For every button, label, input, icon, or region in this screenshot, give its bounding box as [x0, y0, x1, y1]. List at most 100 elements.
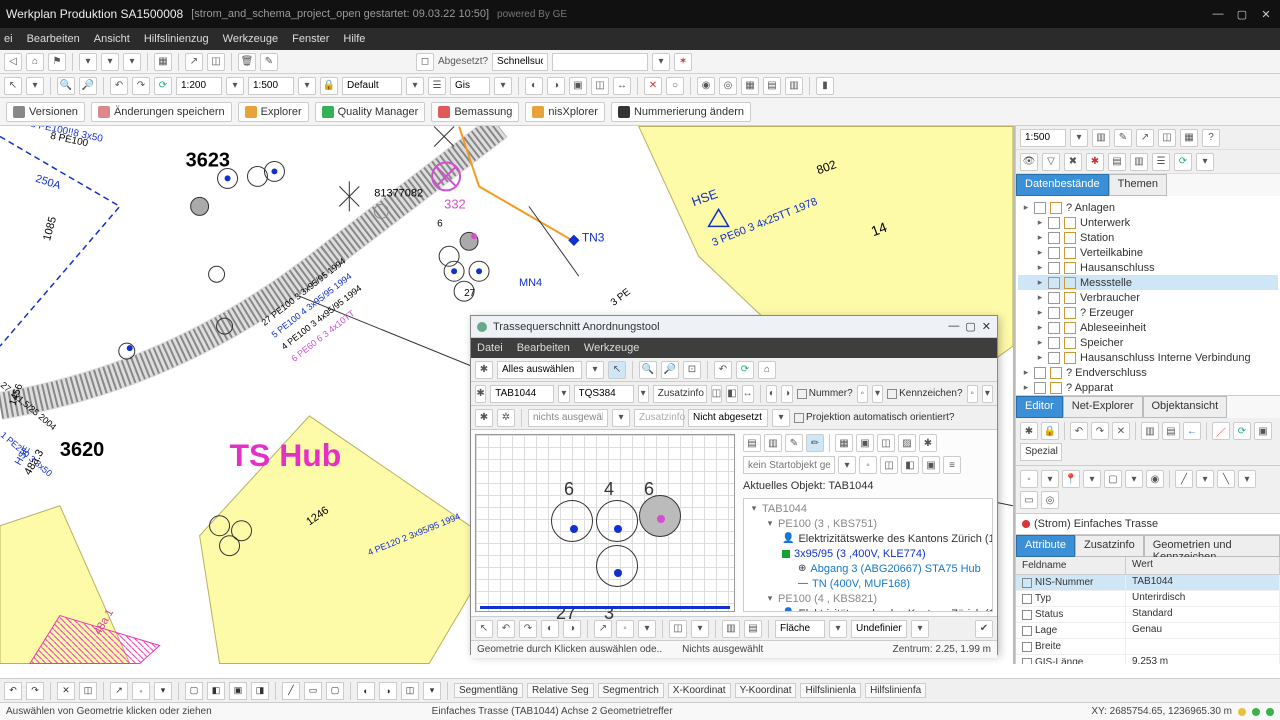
tool-icon[interactable]: ◎ — [719, 77, 737, 95]
tool-icon[interactable]: ◫ — [401, 682, 419, 700]
tool-icon[interactable]: ✎ — [785, 434, 803, 452]
tool-icon[interactable]: ╲ — [1217, 470, 1235, 488]
menu-item[interactable]: ei — [4, 33, 13, 45]
home-icon[interactable]: ⌂ — [758, 361, 776, 379]
tool-icon[interactable]: ◐ — [766, 385, 777, 403]
table-icon[interactable]: ▦ — [154, 53, 172, 71]
dropdown-icon[interactable]: ▾ — [79, 53, 97, 71]
close-icon[interactable]: ✕ — [1258, 8, 1274, 21]
tool-icon[interactable]: ▤ — [1108, 153, 1126, 171]
lock-icon[interactable]: 🔒 — [1041, 422, 1059, 440]
tool-icon[interactable]: ◑ — [547, 77, 565, 95]
bb-label[interactable]: Segmentläng — [454, 683, 523, 698]
dropdown-icon[interactable]: ▾ — [1238, 470, 1256, 488]
tool-icon[interactable]: ◉ — [1146, 470, 1164, 488]
tool-icon[interactable]: ⟳ — [1174, 153, 1192, 171]
ribbon-button[interactable]: nisXplorer — [525, 102, 605, 122]
ribbon-button[interactable]: Quality Manager — [315, 102, 426, 122]
tool-icon[interactable]: ▣ — [229, 682, 247, 700]
dropdown-icon[interactable]: ▾ — [406, 77, 424, 95]
gis-select[interactable] — [450, 77, 490, 95]
grid-header-wert[interactable]: Wert — [1126, 557, 1280, 574]
flaeche-select[interactable] — [775, 620, 825, 638]
tool-icon[interactable]: ◫ — [711, 385, 722, 403]
tab-editor[interactable]: Editor — [1016, 396, 1063, 418]
tab-datenbestaende[interactable]: Datenbestände — [1016, 174, 1109, 196]
tool-icon[interactable]: ▭ — [1020, 491, 1038, 509]
tool-icon[interactable]: ✱ — [1020, 422, 1038, 440]
tool-icon[interactable]: ▥ — [764, 434, 782, 452]
undefiniert-select[interactable] — [851, 620, 907, 638]
tool-icon[interactable]: ▥ — [1130, 153, 1148, 171]
tool-icon[interactable]: ✱ — [919, 434, 937, 452]
grid-row[interactable]: GIS-Länge9.253 m — [1016, 655, 1280, 664]
select-all-input[interactable] — [497, 361, 582, 379]
projektion-checkbox[interactable] — [794, 413, 804, 423]
undo-icon[interactable]: ↶ — [497, 620, 515, 638]
bb-label[interactable]: Y-Koordinat — [735, 683, 797, 698]
minimize-icon[interactable]: — — [948, 320, 959, 333]
tree-item[interactable]: ▸Verteilkabine — [1018, 245, 1278, 260]
dialog-tree-item[interactable]: 👤Elektrizitätswerke des Kantons Zürich (… — [746, 606, 990, 612]
tool-icon[interactable]: ╱ — [1175, 470, 1193, 488]
dropdown-icon[interactable]: ▾ — [558, 385, 569, 403]
tool-icon[interactable]: ✕ — [57, 682, 75, 700]
abgesetzt-input[interactable] — [688, 409, 768, 427]
tool-icon[interactable]: ▣ — [856, 434, 874, 452]
dropdown-icon[interactable]: ▾ — [586, 361, 604, 379]
scale-input-1[interactable] — [176, 77, 222, 95]
help-icon[interactable]: ? — [1202, 129, 1220, 147]
layers-icon[interactable]: ☰ — [428, 77, 446, 95]
dropdown-icon[interactable]: ▾ — [638, 385, 649, 403]
flag-icon[interactable]: ⚑ — [48, 53, 66, 71]
tree-item[interactable]: ▸? Erzeuger — [1018, 305, 1278, 320]
tool-icon[interactable]: ◧ — [901, 456, 919, 474]
nummer-checkbox[interactable] — [797, 389, 807, 399]
dialog-tree-item[interactable]: 👤Elektrizitätswerke des Kantons Zürich (… — [746, 531, 990, 546]
tree-item[interactable]: ▸? Apparat — [1018, 380, 1278, 395]
scale-input-2[interactable] — [248, 77, 294, 95]
redo-icon[interactable]: ↷ — [519, 620, 537, 638]
minimize-icon[interactable]: — — [1210, 8, 1226, 21]
dialog-tree-item[interactable]: ▾TAB1044 — [746, 501, 990, 516]
tool-icon[interactable]: ↔ — [742, 385, 754, 403]
tab-zusatzinfo[interactable]: Zusatzinfo — [1075, 535, 1144, 557]
tool-icon[interactable]: 📍 — [1062, 470, 1080, 488]
tab-themen[interactable]: Themen — [1109, 174, 1167, 196]
dropdown-icon[interactable]: ▾ — [911, 620, 929, 638]
tool-icon[interactable]: ▦ — [741, 77, 759, 95]
ribbon-button[interactable]: Bemassung — [431, 102, 519, 122]
zoom-out-icon[interactable]: 🔎 — [661, 361, 679, 379]
tool-icon[interactable]: ▥ — [722, 620, 740, 638]
tool-icon[interactable]: ▣ — [1254, 422, 1272, 440]
dropdown-icon[interactable]: ▾ — [838, 456, 856, 474]
grid-row[interactable]: NIS-NummerTAB1044 — [1016, 575, 1280, 591]
ribbon-button[interactable]: Explorer — [238, 102, 309, 122]
tool-icon[interactable]: ◦ — [967, 385, 978, 403]
attribute-grid[interactable]: NIS-NummerTAB1044TypUnterirdischStatusSt… — [1016, 575, 1280, 664]
close-icon[interactable]: ✕ — [982, 320, 991, 333]
grid-row[interactable]: StatusStandard — [1016, 607, 1280, 623]
spezial-button[interactable]: Spezial — [1020, 443, 1062, 461]
tree-item[interactable]: ▸Verbraucher — [1018, 290, 1278, 305]
tool-icon[interactable]: ▥ — [1141, 422, 1159, 440]
menu-item[interactable]: Ansicht — [94, 33, 130, 45]
dialog-titlebar[interactable]: Trassequerschnitt Anordnungstool — ▢ ✕ — [471, 316, 997, 338]
trasse-dialog[interactable]: Trassequerschnitt Anordnungstool — ▢ ✕ D… — [470, 315, 998, 655]
tree-item[interactable]: ▸Station — [1018, 230, 1278, 245]
dropdown-icon[interactable]: ▾ — [772, 409, 790, 427]
refresh-icon[interactable]: ⟳ — [1233, 422, 1251, 440]
menu-item[interactable]: Fenster — [292, 33, 329, 45]
tool-icon[interactable]: ◫ — [1158, 129, 1176, 147]
tree-item[interactable]: ▸Hausanschluss — [1018, 260, 1278, 275]
menu-item[interactable]: Werkzeuge — [584, 342, 639, 354]
tool-icon[interactable]: ▣ — [569, 77, 587, 95]
maximize-icon[interactable]: ▢ — [1234, 8, 1250, 21]
menu-item[interactable]: Hilfe — [343, 33, 365, 45]
tool-icon[interactable]: ◑ — [379, 682, 397, 700]
tool-icon[interactable]: ✎ — [1114, 129, 1132, 147]
tree-item[interactable]: ▸Speicher — [1018, 335, 1278, 350]
dropdown-icon[interactable]: ▾ — [1196, 153, 1214, 171]
object-tree[interactable]: ▸? Anlagen▸Unterwerk▸Station▸Verteilkabi… — [1016, 196, 1280, 396]
tool-icon[interactable]: ◦ — [1020, 470, 1038, 488]
